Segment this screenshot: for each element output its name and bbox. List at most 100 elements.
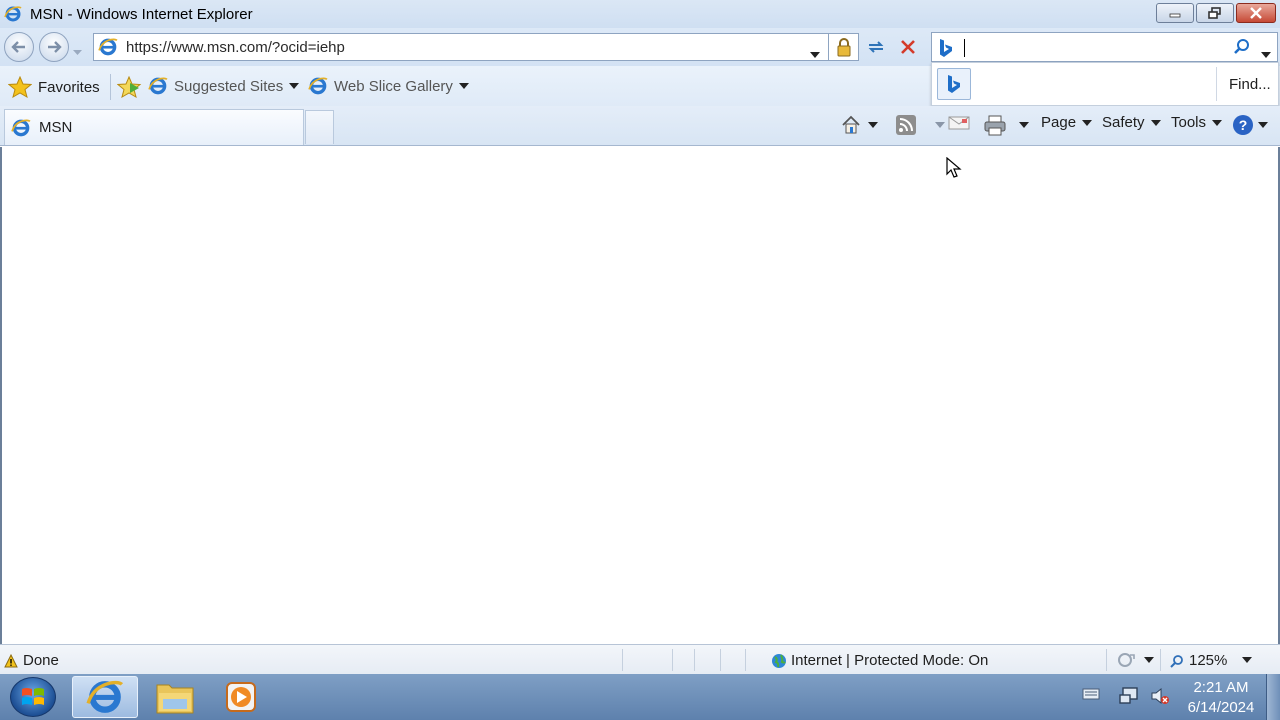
page-content-area[interactable] (0, 147, 1280, 644)
page-menu[interactable]: Page (1041, 114, 1093, 131)
folder-icon (156, 684, 194, 714)
ie-page-icon (98, 37, 118, 57)
security-zone[interactable]: Internet | Protected Mode: On (771, 652, 988, 669)
volume-muted-icon[interactable] (1150, 686, 1170, 706)
bing-provider-button[interactable] (937, 68, 971, 100)
back-button[interactable] (4, 32, 34, 62)
taskbar-windows-explorer[interactable] (142, 676, 208, 718)
tab-msn[interactable]: MSN (4, 109, 304, 145)
navigation-bar: https://www.msn.com/?ocid=iehp (0, 28, 1280, 66)
chevron-down-icon (810, 52, 820, 58)
restore-icon (1208, 7, 1221, 19)
suggested-sites-link[interactable]: Suggested Sites (148, 76, 300, 96)
zoom-dropdown-icon[interactable] (1242, 657, 1252, 663)
zoom-level-button[interactable]: 125% (1170, 652, 1227, 669)
search-suggestions-popup: Find... (931, 62, 1279, 106)
change-status-bar-button[interactable] (1116, 651, 1154, 669)
zoom-icon (1170, 654, 1183, 668)
clock-date: 6/14/2024 (1187, 699, 1255, 716)
page-menu-label: Page (1041, 114, 1077, 131)
recent-pages-dropdown[interactable] (73, 43, 82, 60)
text-caret (964, 39, 965, 57)
home-button[interactable] (840, 114, 878, 136)
mouse-cursor-icon (946, 157, 962, 178)
favorites-label: Favorites (38, 78, 100, 96)
back-arrow-icon (11, 41, 25, 53)
restore-button[interactable] (1196, 3, 1234, 23)
tools-menu[interactable]: Tools (1171, 114, 1223, 131)
chevron-down-icon (935, 122, 945, 128)
web-slice-gallery-label: Web Slice Gallery (334, 77, 453, 95)
tools-menu-label: Tools (1171, 114, 1207, 131)
new-tab-button[interactable] (305, 110, 334, 144)
stop-button[interactable] (893, 33, 923, 61)
security-lock-button[interactable] (829, 33, 859, 61)
search-input[interactable] (931, 32, 1278, 62)
taskbar-internet-explorer[interactable] (72, 676, 138, 718)
clock-time: 2:21 AM (1193, 679, 1249, 696)
feeds-button[interactable] (895, 114, 945, 136)
zoom-level: 125% (1189, 652, 1228, 669)
window-title: MSN - Windows Internet Explorer (30, 5, 253, 23)
chevron-down-icon (1144, 657, 1154, 663)
stop-icon (901, 40, 915, 54)
ie-icon (86, 680, 124, 713)
read-mail-button[interactable] (948, 114, 970, 132)
safety-menu-label: Safety (1102, 114, 1145, 131)
close-button[interactable] (1236, 3, 1276, 23)
search-icon[interactable] (1233, 38, 1251, 60)
globe-icon (772, 653, 786, 668)
chevron-down-icon (1019, 122, 1029, 128)
ie-icon (11, 119, 31, 136)
address-url[interactable]: https://www.msn.com/?ocid=iehp (126, 39, 345, 56)
system-clock[interactable]: 2:21 AM 6/14/2024 (1180, 678, 1262, 718)
network-icon[interactable] (1118, 686, 1140, 706)
media-player-icon (226, 682, 256, 712)
show-desktop-button[interactable] (1266, 674, 1280, 720)
svg-text:?: ? (1239, 117, 1248, 133)
separator (110, 74, 111, 100)
bing-icon (938, 38, 954, 62)
keyboard-icon[interactable] (1082, 688, 1100, 700)
web-slice-gallery-link[interactable]: Web Slice Gallery (308, 76, 469, 96)
separator (745, 649, 746, 671)
help-button[interactable]: ? (1232, 114, 1268, 136)
add-to-favorites-bar-button[interactable] (117, 76, 143, 98)
address-dropdown[interactable] (810, 45, 820, 62)
add-favorite-star-icon (117, 76, 142, 98)
taskbar-media-player[interactable] (208, 676, 274, 718)
home-icon (842, 115, 860, 134)
separator (1160, 649, 1161, 671)
forward-button[interactable] (39, 32, 69, 62)
tab-label: MSN (39, 119, 73, 136)
globe-arrows-icon (1118, 653, 1135, 667)
windows-logo-icon (22, 688, 44, 705)
separator (622, 649, 623, 671)
feeds-icon (896, 115, 916, 135)
favorites-button[interactable]: Favorites (8, 76, 100, 98)
warning-icon (4, 653, 18, 667)
minimize-button[interactable] (1156, 3, 1194, 23)
favorites-star-icon (8, 76, 32, 98)
status-text: Done (23, 652, 59, 669)
chevron-down-icon (73, 50, 82, 55)
close-icon (1250, 7, 1262, 19)
mail-icon (948, 116, 970, 130)
separator (694, 649, 695, 671)
address-bar[interactable]: https://www.msn.com/?ocid=iehp (93, 33, 829, 61)
refresh-icon (868, 41, 884, 53)
taskbar: 2:21 AM 6/14/2024 (0, 674, 1280, 720)
forward-arrow-icon (48, 41, 62, 53)
minimize-icon (1169, 13, 1181, 18)
chevron-down-icon (458, 83, 469, 89)
ie-icon (148, 77, 168, 95)
print-button[interactable] (983, 114, 1029, 136)
bing-icon (948, 75, 960, 93)
chevron-down-icon (1082, 119, 1093, 126)
search-options-dropdown[interactable] (1261, 45, 1271, 62)
refresh-button[interactable] (861, 33, 891, 61)
safety-menu[interactable]: Safety (1102, 114, 1161, 131)
find-button[interactable]: Find... (1229, 76, 1271, 93)
start-button[interactable] (10, 677, 56, 717)
chevron-down-icon (1261, 52, 1271, 58)
